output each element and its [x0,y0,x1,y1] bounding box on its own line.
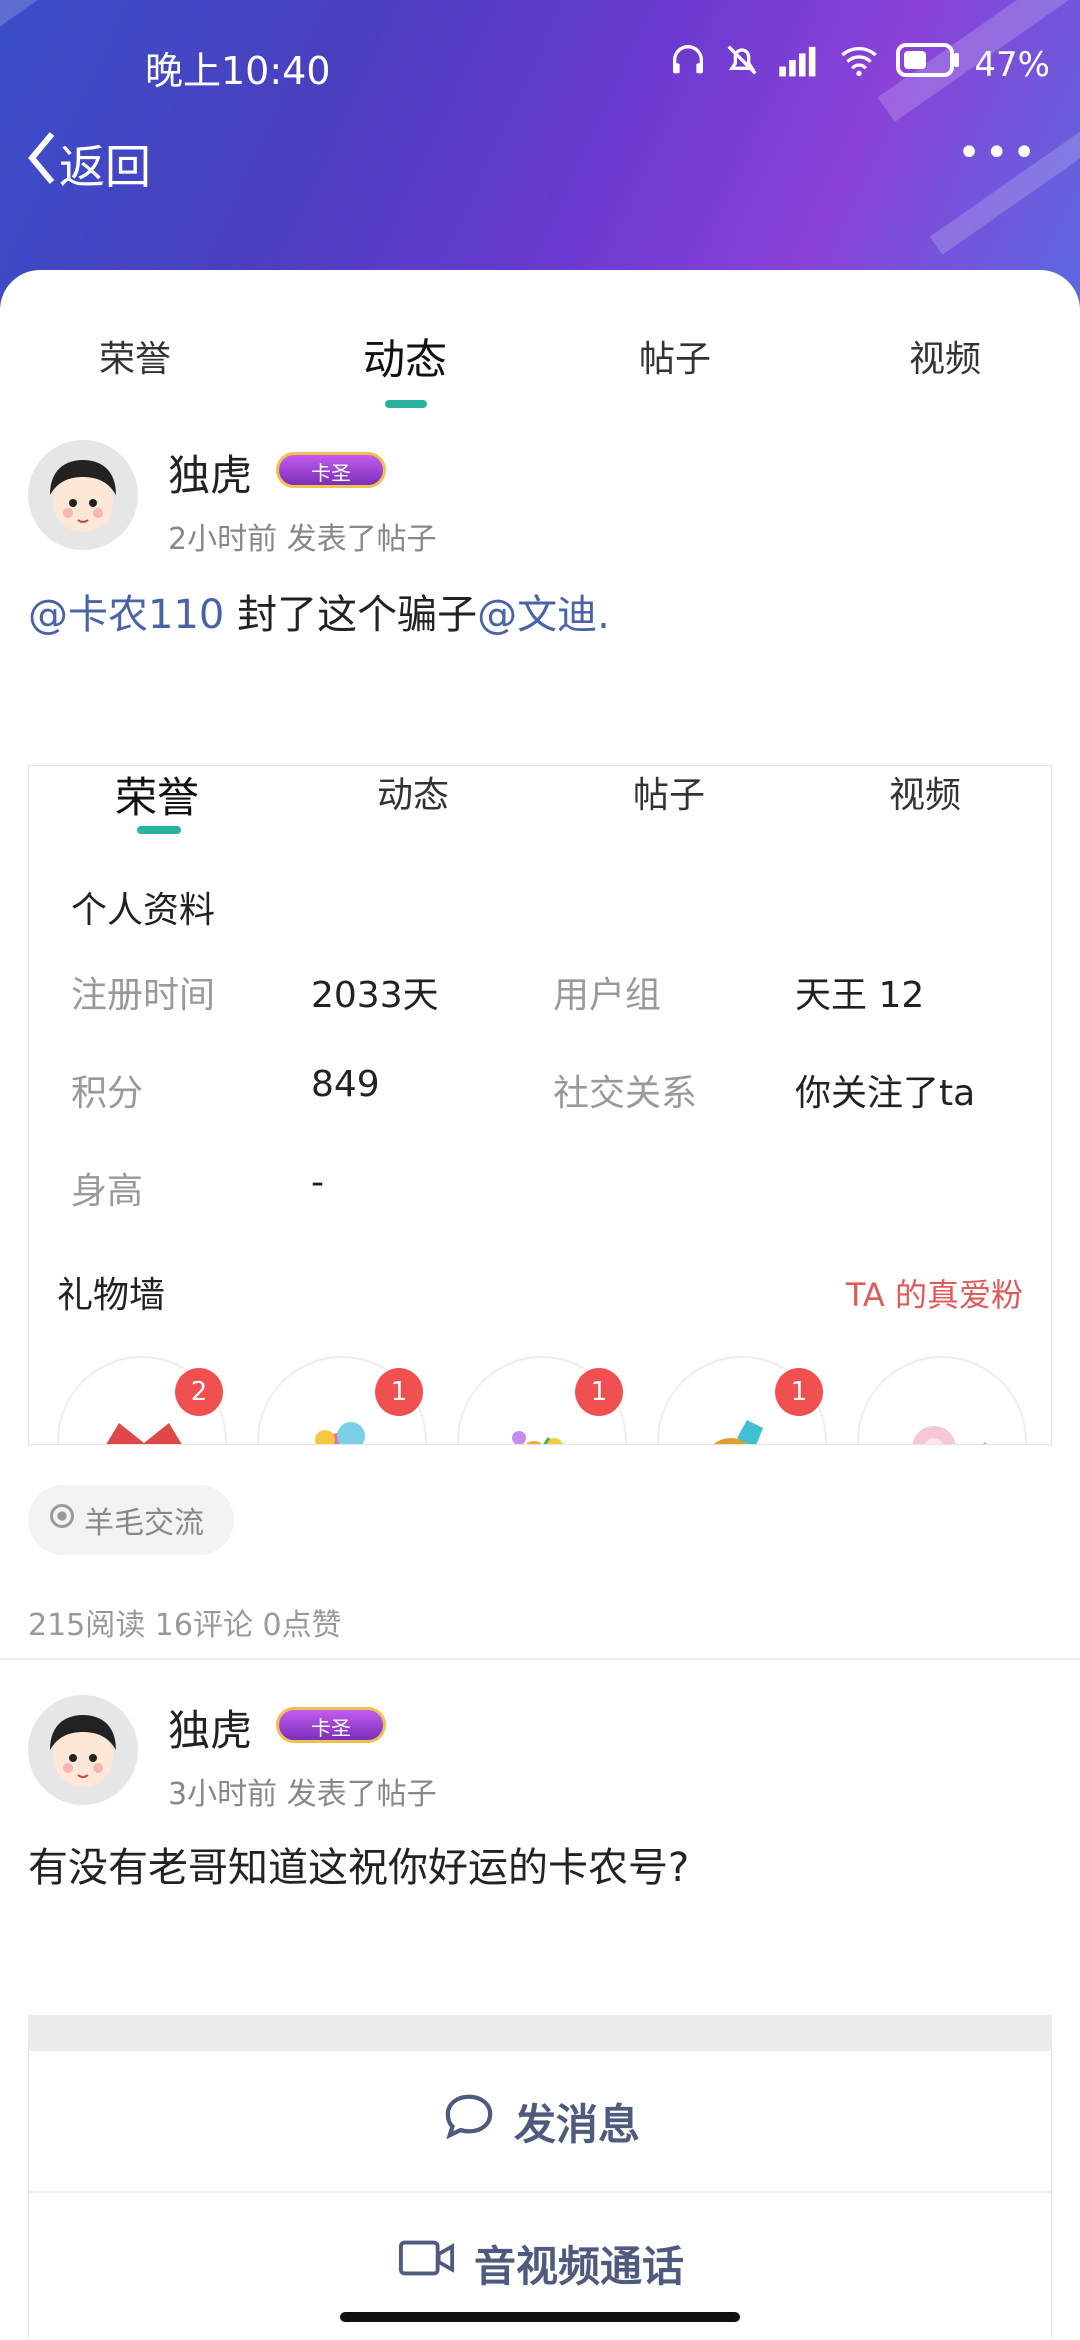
tab-activity[interactable]: 动态 [270,326,540,387]
chevron-left-icon [25,130,59,197]
post-stats: 215阅读 16评论 0点赞 [28,1608,342,1643]
level-badge: 卡圣 [276,452,386,488]
send-message-label: 发消息 [513,2099,640,2149]
gift-wall-title: 礼物墙 [57,1275,166,1316]
headphones-icon [668,40,708,89]
avatar[interactable] [28,1695,138,1805]
gift-count-badge: 1 [775,1368,823,1416]
shot-tab-posts: 帖子 [632,775,705,816]
mention-link[interactable]: @文迪. [477,592,610,638]
navigation-bar: 返回 ••• [0,130,1080,200]
tab-posts[interactable]: 帖子 [540,330,810,382]
gift-flowers: 1 [457,1356,627,1444]
shot-tab-honor: 荣誉 [114,773,199,822]
username[interactable]: 独虎 [168,442,252,503]
profile-label: 积分 [71,1073,144,1114]
gift-ring: 1 [657,1356,827,1444]
wifi-icon [836,40,882,89]
profile-section-title: 个人资料 [71,890,216,931]
level-badge: 卡圣 [276,1707,386,1743]
status-time: 晚上10:40 [145,49,331,93]
target-icon [48,1502,76,1538]
tab-honor[interactable]: 荣誉 [0,330,270,382]
mute-bell-icon [722,40,762,89]
gift-wall-link: TA 的真爱粉 [845,1276,1023,1314]
profile-value: 2033天 [311,975,439,1016]
profile-value: - [311,1162,324,1203]
video-camera-icon [398,2238,456,2288]
profile-label: 用户组 [553,975,662,1016]
profile-value: 天王 12 [795,975,925,1016]
back-button[interactable]: 返回 [25,130,151,197]
tab-videos[interactable]: 视频 [810,330,1080,382]
signal-icon [776,40,822,89]
back-label: 返回 [59,139,151,194]
status-bar: 晚上10:40 47% [0,40,1080,93]
profile-tabs: 荣誉 动态 帖子 视频 [0,330,1080,410]
battery-percent: 47% [974,44,1050,85]
action-sheet: 发消息 音视频通话 [28,2015,1053,2340]
post-text[interactable]: @卡农110 封了这个骗子@文迪. [28,582,610,640]
profile-label: 身高 [71,1171,144,1212]
gift-count-badge: 1 [575,1368,623,1416]
profile-value: 849 [311,1064,380,1105]
topic-tag[interactable]: 羊毛交流 [28,1485,234,1555]
post-meta: 2小时前 发表了帖子 [168,522,437,557]
mention-link[interactable]: @卡农110 [28,592,224,638]
post-text-body: 封了这个骗子 [224,592,478,638]
post-divider [0,1658,1080,1660]
video-call-label: 音视频通话 [473,2241,684,2291]
shot-tab-indicator [137,826,181,834]
gift-crown: 2 [57,1356,227,1444]
send-message-button[interactable]: 发消息 [29,2051,1053,2191]
gift-count-badge: 1 [375,1368,423,1416]
gift-lollipop [857,1356,1027,1444]
post-meta: 3小时前 发表了帖子 [168,1777,437,1812]
post-image-screenshot[interactable]: 荣誉 动态 帖子 视频 个人资料 注册时间 2033天 用户组 天王 12 积分… [28,765,1052,1445]
post-text[interactable]: 有没有老哥知道这祝你好运的卡农号? [28,1835,689,1893]
profile-value: 你关注了ta [795,1073,976,1114]
battery-icon [896,43,960,86]
profile-label: 社交关系 [553,1073,698,1114]
username[interactable]: 独虎 [168,1697,252,1758]
gift-count-badge: 2 [175,1368,223,1416]
chat-bubble-icon [442,2091,496,2151]
active-tab-indicator [385,400,427,408]
profile-label: 注册时间 [71,975,216,1016]
more-options-button[interactable]: ••• [957,130,1040,176]
home-indicator[interactable] [340,2312,740,2322]
avatar[interactable] [28,440,138,550]
topic-tag-label: 羊毛交流 [84,1506,204,1541]
shot-tab-videos: 视频 [888,775,961,816]
gift-candy: 1 [257,1356,427,1444]
shot-tab-activity: 动态 [376,775,449,816]
